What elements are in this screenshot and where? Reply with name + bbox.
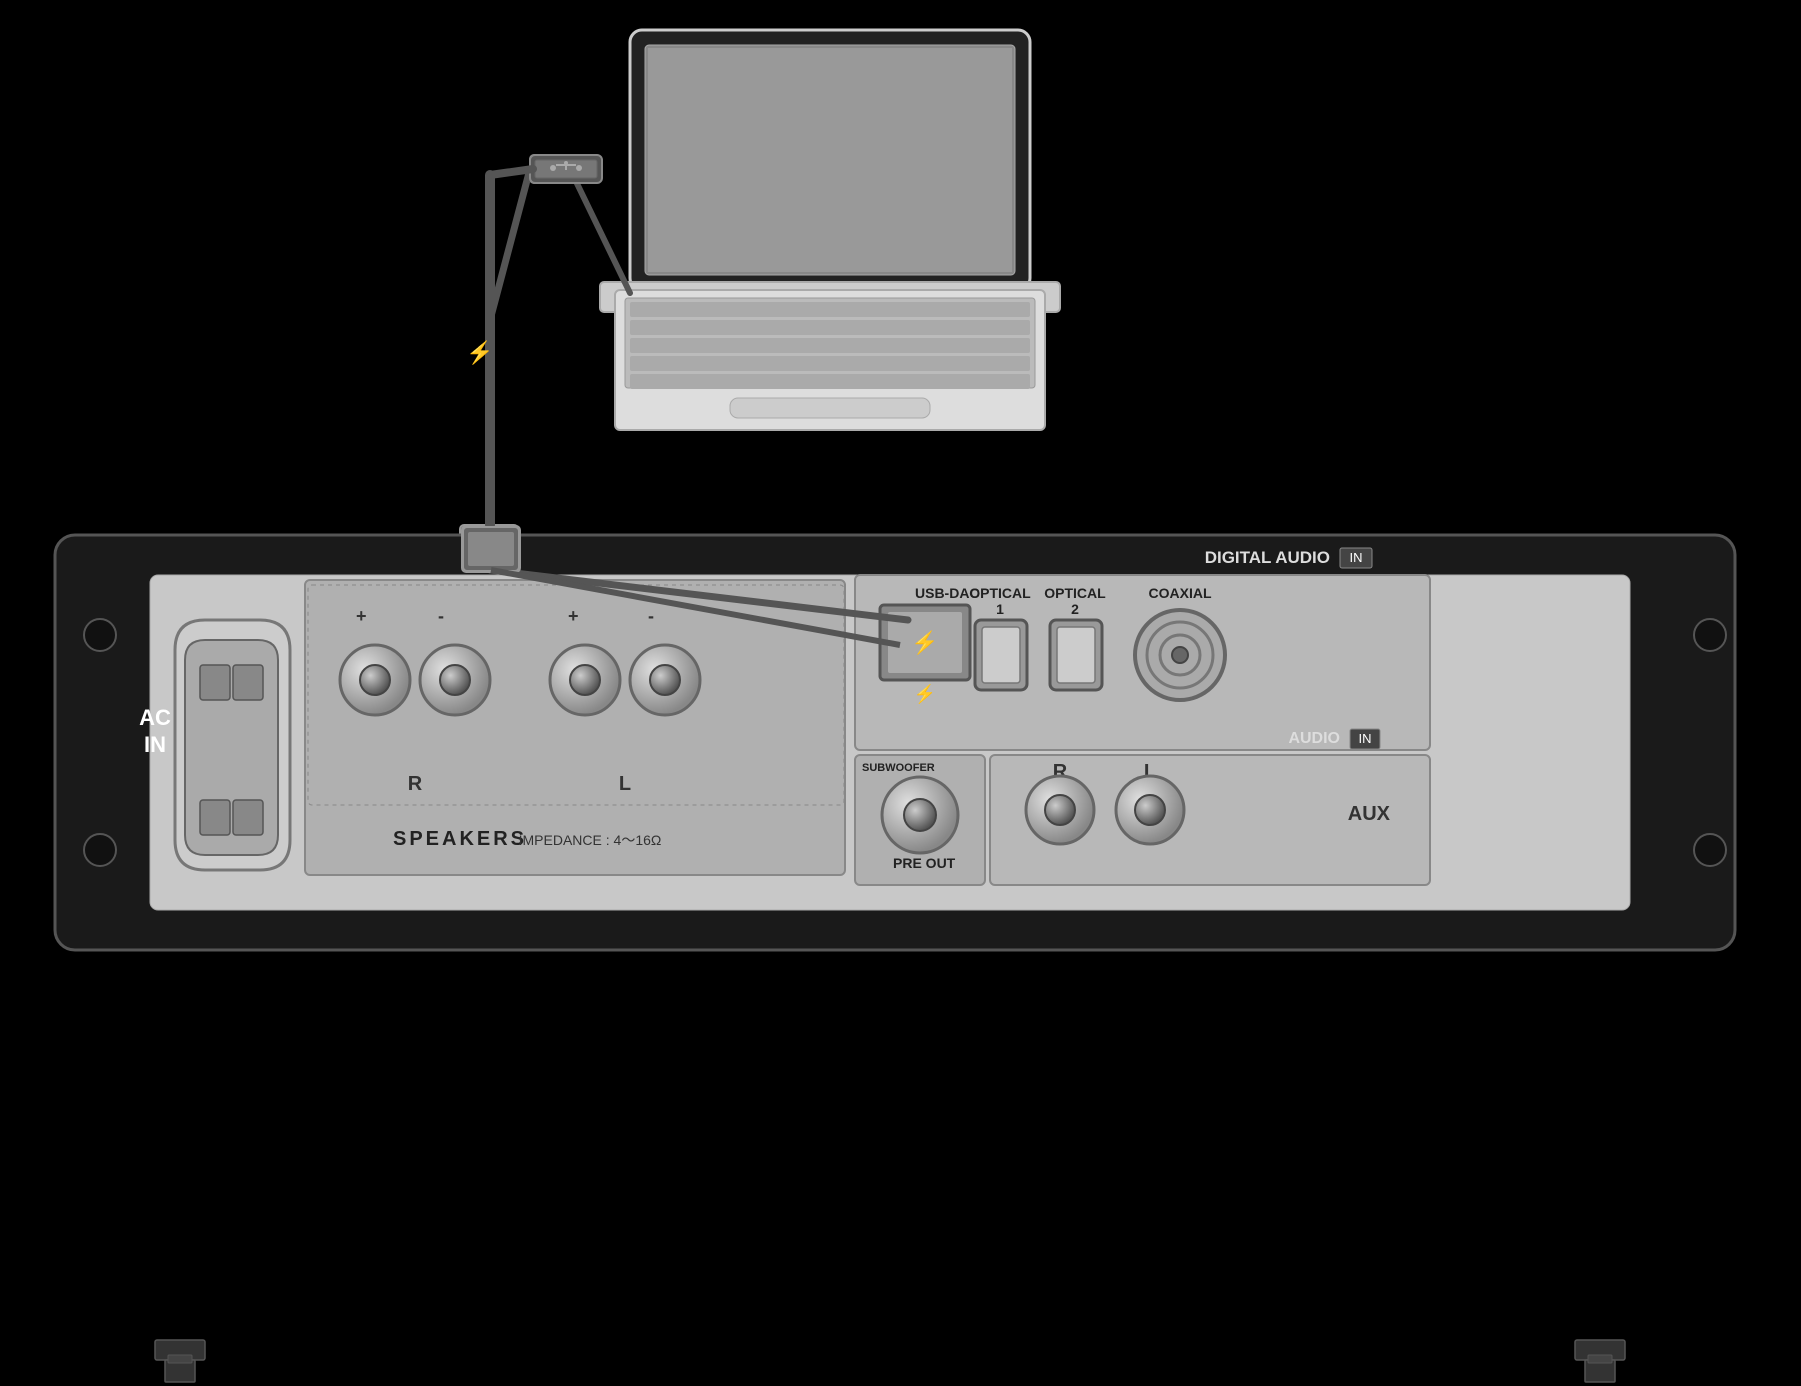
diagram-container	[0, 0, 1801, 1386]
